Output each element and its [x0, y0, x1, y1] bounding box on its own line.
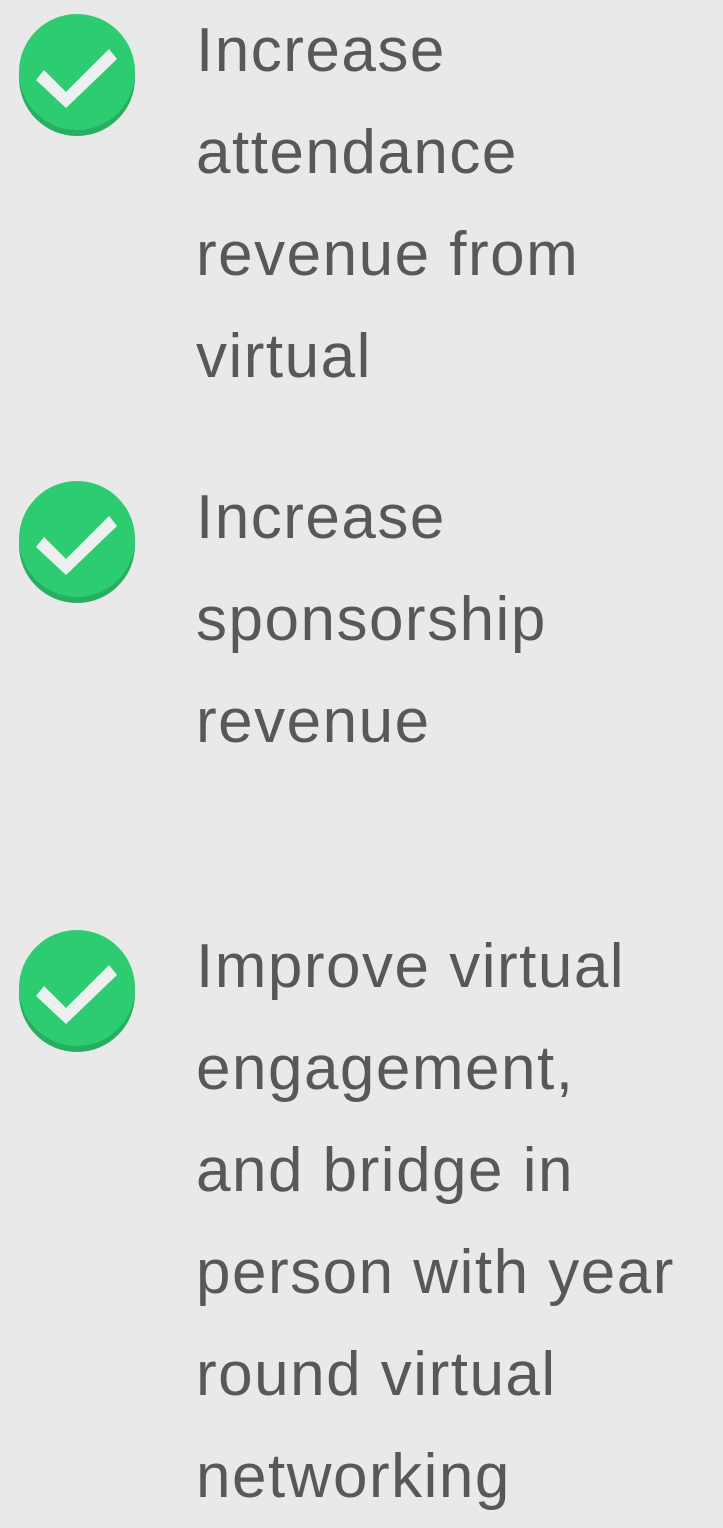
checklist-item-text: Improve virtual engagement, and bridge i…: [196, 932, 675, 1511]
checklist-item-text: Increase sponsorship revenue: [196, 483, 547, 756]
checklist-item-text: Increase attendance revenue from virtual: [196, 16, 580, 391]
check-circle-icon: [18, 479, 136, 603]
check-circle-icon: [18, 12, 136, 136]
check-circle-icon: [18, 928, 136, 1052]
